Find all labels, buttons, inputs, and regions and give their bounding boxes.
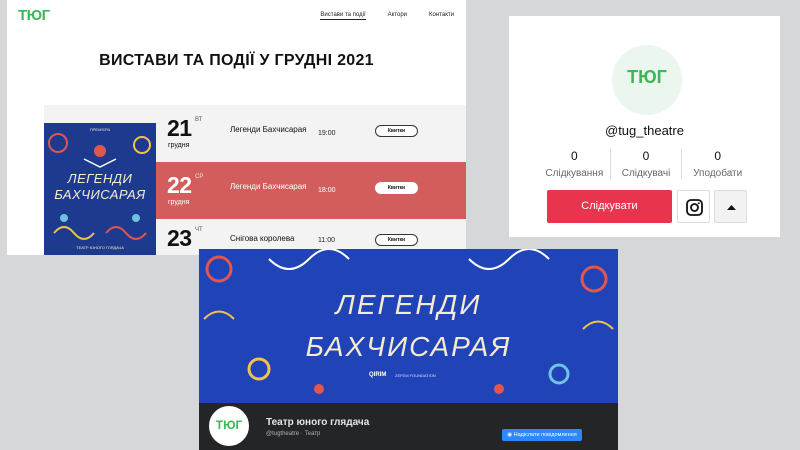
site-nav: Вистави та події Актори Контакти bbox=[320, 12, 454, 20]
event-month: грудня bbox=[168, 142, 190, 149]
poster-title-line1: ЛЕГЕНДИ bbox=[67, 171, 133, 186]
page-header-bar bbox=[199, 403, 618, 450]
follow-button[interactable]: Слідкувати bbox=[547, 190, 672, 223]
stat-likes[interactable]: 0 Уподобати bbox=[682, 149, 753, 179]
send-message-label: Надіслати повідомлення bbox=[513, 432, 577, 438]
event-weekday: СР bbox=[195, 174, 204, 180]
event-title[interactable]: Снігова королева bbox=[230, 234, 310, 244]
sponsor-logo-2: ZEFEM FOUNDATION bbox=[395, 373, 436, 378]
event-row-highlighted: 22 СР грудня Легенди Бахчисарая 18:00 Кв… bbox=[156, 162, 466, 219]
profile-handle: @tug_theatre bbox=[605, 123, 684, 138]
stat-value: 0 bbox=[642, 149, 650, 163]
cover-image: ЛЕГЕНДИ БАХЧИСАРАЯ QIRIM ZEFEM FOUNDATIO… bbox=[199, 249, 618, 403]
instagram-button[interactable] bbox=[677, 190, 710, 223]
tickets-button[interactable]: Квитки bbox=[375, 234, 418, 246]
event-weekday: ЧТ bbox=[195, 227, 203, 233]
stat-value: 0 bbox=[714, 149, 722, 163]
event-time: 19:00 bbox=[318, 130, 336, 137]
avatar-logo-text: ТЮГ bbox=[627, 67, 667, 87]
poster-top-text: ПРЕМ'ЄРА bbox=[89, 127, 111, 132]
tickets-button[interactable]: Квитки bbox=[375, 125, 418, 137]
event-row: 21 ВТ грудня Легенди Бахчисарая 19:00 Кв… bbox=[156, 105, 466, 162]
nav-actors[interactable]: Актори bbox=[388, 12, 407, 20]
cover-title-line2: БАХЧИСАРАЯ bbox=[305, 331, 512, 362]
nav-contacts[interactable]: Контакти bbox=[429, 12, 454, 20]
event-day: 21 bbox=[167, 115, 192, 141]
event-day: 22 bbox=[167, 172, 192, 198]
poster-title-line2: БАХЧИСАРАЯ bbox=[54, 187, 146, 202]
tickets-button[interactable]: Квитки bbox=[375, 182, 418, 194]
event-day: 23 bbox=[167, 225, 192, 251]
event-title[interactable]: Легенди Бахчисарая bbox=[230, 125, 310, 135]
instagram-icon bbox=[686, 199, 703, 216]
send-message-button[interactable]: ◉ Надіслати повідомлення bbox=[502, 429, 582, 441]
nav-shows[interactable]: Вистави та події bbox=[320, 12, 366, 20]
cover-ornament bbox=[203, 249, 614, 394]
avatar-logo-text: ТЮГ bbox=[215, 418, 243, 432]
caret-up-icon bbox=[727, 205, 736, 210]
page-title: ВИСТАВИ ТА ПОДІЇ У ГРУДНІ 2021 bbox=[99, 52, 374, 69]
more-button[interactable] bbox=[714, 190, 747, 223]
event-weekday: ВТ bbox=[195, 117, 203, 123]
theatre-website: ТЮГ Вистави та події Актори Контакти ВИС… bbox=[7, 0, 466, 255]
event-title[interactable]: Легенди Бахчисарая bbox=[230, 182, 310, 192]
stat-value: 0 bbox=[570, 149, 578, 163]
stat-label: Уподобати bbox=[693, 168, 743, 179]
events-list: ПРЕМ'ЄРА ЛЕГЕНДИ БАХЧИСАРАЯ ТЕАТР ЮНОГО … bbox=[44, 105, 466, 255]
page-subtitle: @tugtheatre · Театр bbox=[266, 431, 321, 437]
event-poster[interactable]: ПРЕМ'ЄРА ЛЕГЕНДИ БАХЧИСАРАЯ ТЕАТР ЮНОГО … bbox=[44, 123, 156, 255]
facebook-page: ЛЕГЕНДИ БАХЧИСАРАЯ QIRIM ZEFEM FOUNDATIO… bbox=[199, 249, 618, 450]
tiktok-profile-card: ТЮГ @tug_theatre 0 Слідкування 0 Слідкув… bbox=[509, 16, 780, 237]
stat-label: Слідкування bbox=[545, 168, 604, 179]
poster-bottom-text: ТЕАТР ЮНОГО ГЛЯДАЧА bbox=[76, 245, 124, 250]
page-name[interactable]: Театр юного глядача bbox=[266, 417, 369, 428]
avatar[interactable]: ТЮГ bbox=[612, 45, 682, 115]
profile-stats: 0 Слідкування 0 Слідкувачі 0 Уподобати bbox=[539, 149, 753, 179]
cover-title-line1: ЛЕГЕНДИ bbox=[335, 289, 482, 320]
stat-followers[interactable]: 0 Слідкувачі bbox=[611, 149, 683, 179]
stat-label: Слідкувачі bbox=[621, 168, 671, 179]
event-time: 11:00 bbox=[318, 237, 335, 244]
event-time: 18:00 bbox=[318, 187, 336, 194]
page-avatar[interactable]: ТЮГ bbox=[207, 404, 251, 448]
site-logo[interactable]: ТЮГ bbox=[18, 7, 50, 24]
sponsor-logo-1: QIRIM bbox=[369, 372, 387, 378]
stat-following[interactable]: 0 Слідкування bbox=[539, 149, 611, 179]
event-month: грудня bbox=[168, 199, 190, 206]
